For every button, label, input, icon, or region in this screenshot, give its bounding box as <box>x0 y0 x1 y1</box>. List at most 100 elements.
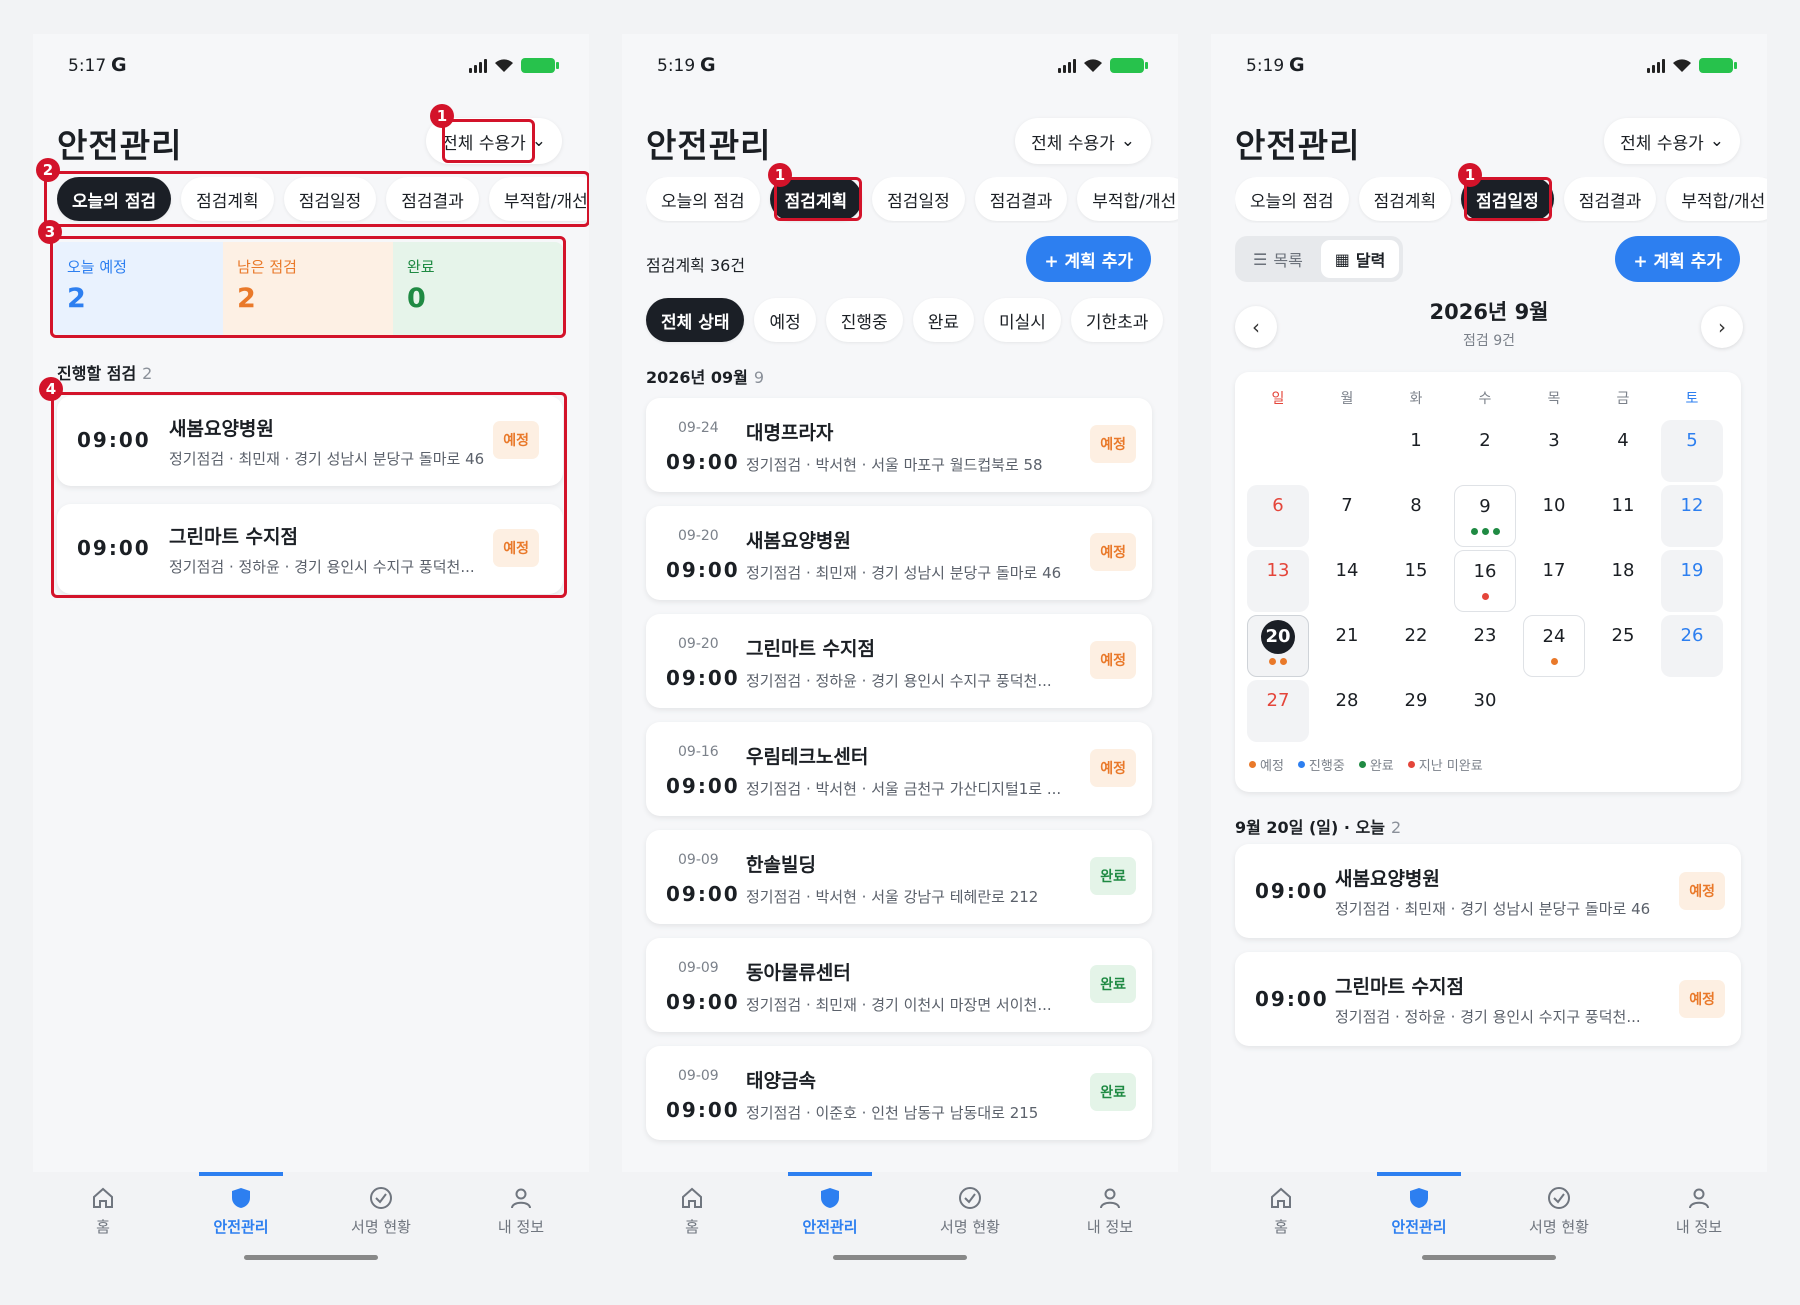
filter-not-done[interactable]: 미실시 <box>983 298 1061 342</box>
inspection-card[interactable]: 09:00 새봄요양병원 정기점검 · 최민재 · 경기 성남시 분당구 돌마로… <box>57 396 563 486</box>
plan-item[interactable]: 09-20 09:00 새봄요양병원 정기점검 · 최민재 · 경기 성남시 분당구 … <box>646 506 1152 600</box>
calendar-day[interactable]: 16 <box>1454 550 1516 612</box>
calendar-day[interactable]: 14 <box>1316 550 1378 612</box>
calendar-day[interactable]: 23 <box>1454 615 1516 677</box>
plan-item[interactable]: 09-20 09:00 그린마트 수지점 정기점검 · 정하윤 · 경기 용인시 수지… <box>646 614 1152 708</box>
calendar-day[interactable]: 10 <box>1523 485 1585 547</box>
tab-plan[interactable]: 점검계획 <box>181 177 274 221</box>
calendar-day[interactable]: 25 <box>1592 615 1654 677</box>
plan-time: 09:00 <box>666 558 740 582</box>
plan-time: 09:00 <box>666 774 740 798</box>
calendar-day[interactable]: 29 <box>1385 680 1447 742</box>
bottom-nav: 홈 안전관리 서명 현황 내 정보 <box>622 1172 1178 1272</box>
calendar-day[interactable]: 3 <box>1523 420 1585 482</box>
tab-schedule[interactable]: 점검일정 <box>283 177 377 221</box>
customer-filter-dropdown[interactable]: 전체 수용가 ⌄ <box>1604 118 1740 164</box>
tab-result[interactable]: 점검결과 <box>386 177 479 221</box>
tab-bar: 오늘의 점검 점검계획 점검일정 점검결과 부적합/개선 <box>1235 177 1767 223</box>
status-badge: 완료 <box>1090 1073 1136 1111</box>
calendar-day[interactable]: 18 <box>1592 550 1654 612</box>
calendar-day[interactable]: 26 <box>1661 615 1723 677</box>
plan-item[interactable]: 09-09 09:00 동아물류센터 정기점검 · 최민재 · 경기 이천시 마장면 … <box>646 938 1152 1032</box>
filter-in-progress[interactable]: 진행중 <box>825 298 903 342</box>
calendar-day[interactable]: 7 <box>1316 485 1378 547</box>
nav-safety[interactable]: 안전관리 <box>1359 1186 1479 1237</box>
nav-home[interactable]: 홈 <box>1221 1186 1341 1237</box>
calendar-day[interactable]: 1 <box>1385 420 1447 482</box>
list-view-button[interactable]: ☰ 목록 <box>1239 240 1317 278</box>
status-bar: 5:17 G <box>33 54 589 84</box>
inspection-card[interactable]: 09:00 그린마트 수지점 정기점검 · 정하윤 · 경기 용인시 수지구 풍… <box>1235 952 1741 1046</box>
calendar-day[interactable]: 30 <box>1454 680 1516 742</box>
plan-item[interactable]: 09-24 09:00 대명프라자 정기점검 · 박서현 · 서울 마포구 월드컵북로… <box>646 398 1152 492</box>
filter-planned[interactable]: 예정 <box>754 298 816 342</box>
calendar-day[interactable]: 9 <box>1454 485 1516 547</box>
calendar-day[interactable]: 13 <box>1247 550 1309 612</box>
day-number: 17 <box>1542 560 1566 581</box>
tab-today[interactable]: 오늘의 점검 <box>646 177 760 221</box>
filter-all-status[interactable]: 전체 상태 <box>646 298 745 342</box>
legend-in-progress: 진행중 <box>1297 755 1345 774</box>
day-number: 7 <box>1341 495 1353 516</box>
filter-overdue[interactable]: 기한초과 <box>1070 298 1164 342</box>
day-number: 6 <box>1272 495 1284 516</box>
calendar-day[interactable]: 27 <box>1247 680 1309 742</box>
plan-item[interactable]: 09-09 09:00 태양금속 정기점검 · 이준호 · 인천 남동구 남동대로 2… <box>646 1046 1152 1140</box>
tab-result[interactable]: 점검결과 <box>1563 177 1657 221</box>
plan-item[interactable]: 09-09 09:00 한솔빌딩 정기점검 · 박서현 · 서울 강남구 테헤란로 2… <box>646 830 1152 924</box>
tab-nonconformity[interactable]: 부적합/개선 <box>488 177 589 221</box>
calendar-day[interactable]: 17 <box>1523 550 1585 612</box>
calendar-day[interactable]: 11 <box>1592 485 1654 547</box>
calendar-day[interactable]: 15 <box>1385 550 1447 612</box>
plan-date: 09-20 <box>678 636 719 652</box>
calendar-day[interactable]: 19 <box>1661 550 1723 612</box>
calendar-day[interactable]: 21 <box>1316 615 1378 677</box>
nav-signature[interactable]: 서명 현황 <box>321 1186 441 1237</box>
nav-home[interactable]: 홈 <box>43 1186 163 1237</box>
filter-completed[interactable]: 완료 <box>912 298 974 342</box>
tab-schedule[interactable]: 점검일정 <box>872 177 965 221</box>
summary-stats: 오늘 예정 2 남은 점검 2 완료 0 <box>53 242 563 336</box>
status-time: 5:19 <box>1246 56 1285 76</box>
nav-safety[interactable]: 안전관리 <box>181 1186 301 1237</box>
calendar-day[interactable]: 5 <box>1661 420 1723 482</box>
calendar-day[interactable]: 22 <box>1385 615 1447 677</box>
screen-inspection-plan: 5:19 G 안전관리 전체 수용가 ⌄ 오늘의 점검 점검계획 점검일정 점검… <box>622 34 1178 1272</box>
day-number: 20 <box>1261 620 1295 654</box>
calendar-day[interactable]: 4 <box>1592 420 1654 482</box>
customer-filter-dropdown[interactable]: 전체 수용가 ⌄ <box>1015 118 1151 164</box>
calendar-day[interactable]: 2 <box>1454 420 1516 482</box>
calendar-day[interactable]: 28 <box>1316 680 1378 742</box>
nav-profile[interactable]: 내 정보 <box>1639 1186 1759 1237</box>
tab-today[interactable]: 오늘의 점검 <box>1235 177 1349 221</box>
inspection-card[interactable]: 09:00 그린마트 수지점 정기점검 · 정하윤 · 경기 용인시 수지구 풍… <box>57 504 563 594</box>
tab-today[interactable]: 오늘의 점검 <box>57 177 172 221</box>
day-number: 30 <box>1473 690 1497 711</box>
nav-signature[interactable]: 서명 현황 <box>1499 1186 1619 1237</box>
tab-nonconformity[interactable]: 부적합/개선 <box>1666 177 1767 221</box>
tab-result[interactable]: 점검결과 <box>974 177 1068 221</box>
calendar-view-button[interactable]: ▦ 달력 <box>1320 240 1400 278</box>
calendar-day[interactable]: 24 <box>1523 615 1585 677</box>
page-title: 안전관리 <box>1235 126 1361 165</box>
inspection-card[interactable]: 09:00 새봄요양병원 정기점검 · 최민재 · 경기 성남시 분당구 돌마로… <box>1235 844 1741 938</box>
nav-home[interactable]: 홈 <box>632 1186 752 1237</box>
add-plan-button[interactable]: + 계획 추가 <box>1615 236 1740 282</box>
calendar-day[interactable]: 8 <box>1385 485 1447 547</box>
nav-profile[interactable]: 내 정보 <box>1050 1186 1170 1237</box>
calendar-day[interactable]: 12 <box>1661 485 1723 547</box>
calendar-day[interactable]: 6 <box>1247 485 1309 547</box>
tab-nonconformity[interactable]: 부적합/개선 <box>1077 177 1178 221</box>
plan-item[interactable]: 09-16 09:00 우림테크노센터 정기점검 · 박서현 · 서울 금천구 가산디… <box>646 722 1152 816</box>
plan-time: 09:00 <box>666 1098 740 1122</box>
stat-today-planned: 오늘 예정 2 <box>53 242 223 336</box>
nav-safety[interactable]: 안전관리 <box>770 1186 890 1237</box>
nav-signature[interactable]: 서명 현황 <box>910 1186 1030 1237</box>
add-plan-button[interactable]: + 계획 추가 <box>1026 236 1151 282</box>
status-badge: 예정 <box>1090 425 1136 463</box>
annotation-badge-3: 3 <box>38 220 62 244</box>
nav-profile[interactable]: 내 정보 <box>461 1186 581 1237</box>
tab-plan[interactable]: 점검계획 <box>1358 177 1452 221</box>
day-number: 14 <box>1335 560 1359 581</box>
calendar-day[interactable]: 20 <box>1247 615 1309 677</box>
